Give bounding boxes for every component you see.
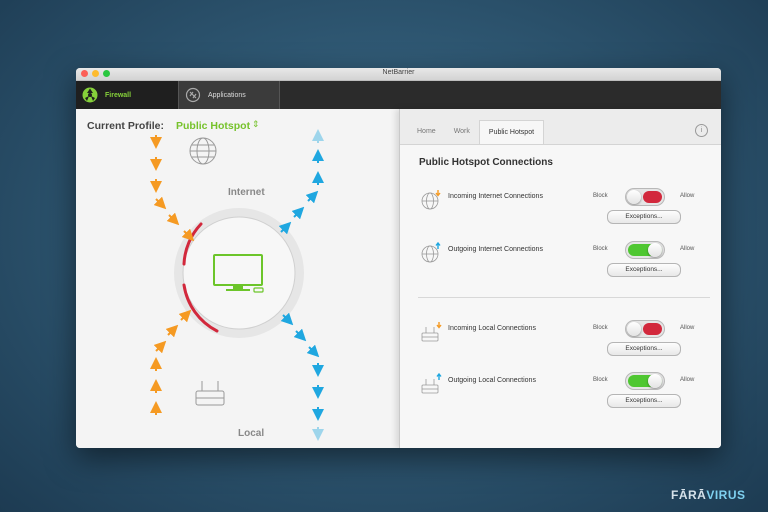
info-icon[interactable]: i — [695, 124, 708, 137]
connections-content: Public Hotspot Connections Incoming Inte… — [400, 144, 721, 448]
router-incoming-icon — [421, 322, 442, 342]
allow-label: Allow — [680, 193, 695, 199]
tab-applications[interactable]: Applications — [178, 81, 280, 109]
profile-tabs: Home Work Public Hotspot — [408, 120, 545, 145]
tab-applications-label: Applications — [208, 91, 246, 99]
tab-work[interactable]: Work — [445, 120, 479, 144]
internet-label: Internet — [228, 187, 265, 198]
block-label: Block — [593, 325, 608, 331]
connection-label: Outgoing Internet Connections — [448, 246, 543, 253]
exceptions-button[interactable]: Exceptions... — [607, 210, 681, 224]
allow-label: Allow — [680, 246, 695, 252]
watermark-part2: VIRUS — [706, 488, 746, 502]
watermark-logo: FĀRĀVIRUS — [671, 488, 746, 502]
connection-label: Incoming Internet Connections — [448, 193, 543, 200]
connection-row-outgoing-local: Outgoing Local Connections Block Allow E… — [400, 372, 721, 423]
globe-incoming-icon — [421, 190, 441, 210]
outgoing-internet-toggle[interactable] — [625, 241, 665, 259]
tab-home[interactable]: Home — [408, 120, 445, 144]
title-bar: NetBarrier — [76, 68, 721, 81]
outgoing-local-toggle[interactable] — [625, 372, 665, 390]
tab-firewall-label: Firewall — [105, 91, 132, 99]
main-tab-bar: Firewall Applications — [76, 81, 721, 109]
router-icon — [195, 381, 225, 406]
connection-row-incoming-local: Incoming Local Connections Block Allow E… — [400, 320, 721, 371]
incoming-internet-arrows — [150, 135, 195, 242]
allow-label: Allow — [680, 377, 695, 383]
watermark-part1: FĀRĀ — [671, 488, 707, 502]
firewall-icon — [82, 87, 98, 103]
local-blue-arrows — [280, 312, 324, 441]
tab-firewall[interactable]: Firewall — [76, 81, 178, 109]
router-outgoing-icon — [421, 373, 442, 394]
exceptions-button[interactable]: Exceptions... — [607, 394, 681, 408]
connection-row-outgoing-internet: Outgoing Internet Connections Block Allo… — [400, 241, 721, 292]
tab-public-hotspot[interactable]: Public Hotspot — [478, 120, 545, 145]
connections-pane: Home Work Public Hotspot i Public Hotspo… — [399, 109, 721, 448]
allow-label: Allow — [680, 325, 695, 331]
traffic-diagram — [150, 129, 324, 441]
connection-label: Incoming Local Connections — [448, 325, 536, 332]
incoming-internet-toggle[interactable] — [625, 188, 665, 206]
connections-heading: Public Hotspot Connections — [419, 157, 553, 168]
outgoing-internet-arrows — [278, 129, 324, 235]
netbarrier-window: NetBarrier Firewall Applications Current… — [76, 68, 721, 448]
section-divider — [418, 297, 710, 298]
globe-icon — [189, 137, 217, 165]
applications-icon — [185, 87, 201, 103]
block-label: Block — [593, 193, 608, 199]
window-title: NetBarrier — [382, 69, 415, 76]
connection-row-incoming-internet: Incoming Internet Connections Block Allo… — [400, 188, 721, 239]
connection-label: Outgoing Local Connections — [448, 377, 536, 384]
block-label: Block — [593, 377, 608, 383]
local-orange-arrows — [150, 309, 192, 415]
exceptions-button[interactable]: Exceptions... — [607, 342, 681, 356]
exceptions-button[interactable]: Exceptions... — [607, 263, 681, 277]
globe-outgoing-icon — [421, 242, 441, 263]
firewall-diagram-pane: Current Profile: Public Hotspot ⇕ Intern… — [76, 109, 399, 448]
incoming-local-toggle[interactable] — [625, 320, 665, 338]
local-label: Local — [238, 428, 265, 439]
block-label: Block — [593, 246, 608, 252]
